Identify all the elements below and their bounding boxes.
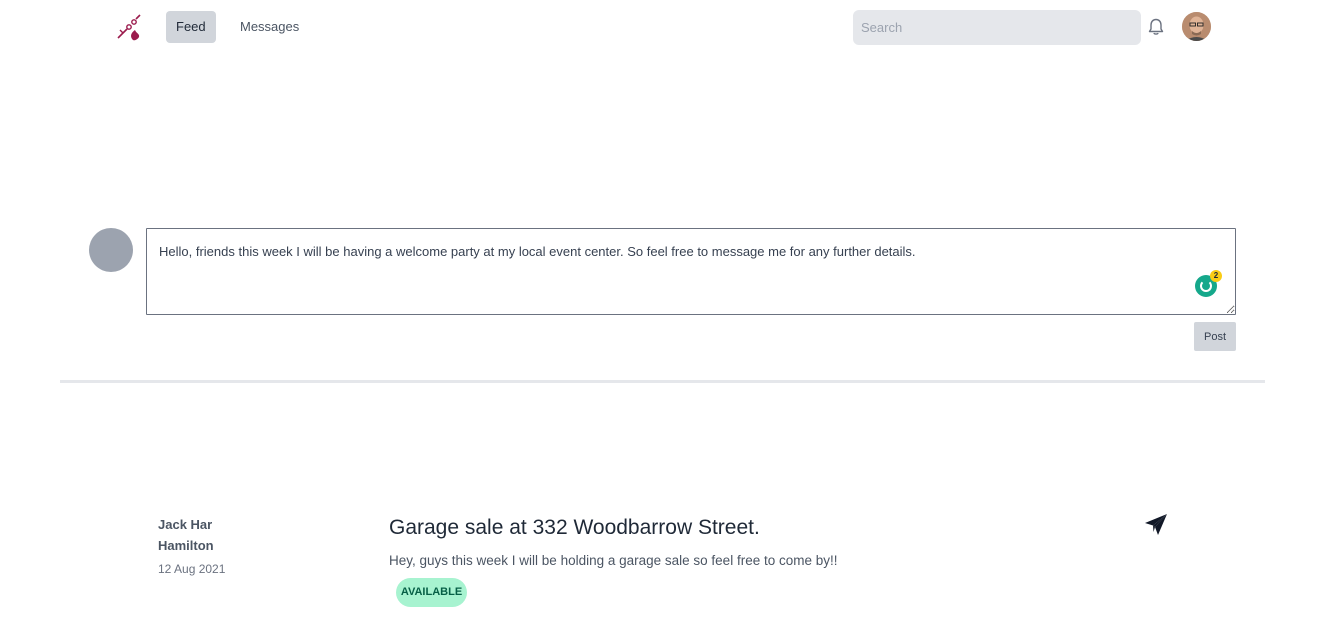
post-composer-input[interactable]: Hello, friends this week I will be havin… — [146, 228, 1236, 315]
grammarly-count-badge: 2 — [1210, 270, 1222, 282]
tab-messages[interactable]: Messages — [230, 11, 309, 43]
post-body: Hey, guys this week I will be holding a … — [389, 553, 838, 568]
brand-logo-icon[interactable] — [115, 12, 145, 42]
user-avatar[interactable] — [1182, 12, 1211, 41]
post-date: 12 Aug 2021 — [158, 562, 226, 576]
search-input[interactable] — [853, 10, 1141, 45]
author-name-first: Jack Har — [158, 517, 213, 532]
avatar-portrait-icon — [1182, 12, 1211, 41]
tab-feed[interactable]: Feed — [166, 11, 216, 43]
bell-icon[interactable] — [1146, 17, 1166, 37]
composer-avatar — [89, 228, 133, 272]
section-divider — [60, 380, 1265, 383]
status-badge: AVAILABLE — [396, 578, 467, 607]
top-nav: Feed Messages — [0, 0, 1336, 56]
post-button[interactable]: Post — [1194, 322, 1236, 351]
post-title[interactable]: Garage sale at 332 Woodbarrow Street. — [389, 516, 760, 540]
author-name-last: Hamilton — [158, 538, 214, 553]
send-icon[interactable] — [1144, 512, 1168, 536]
